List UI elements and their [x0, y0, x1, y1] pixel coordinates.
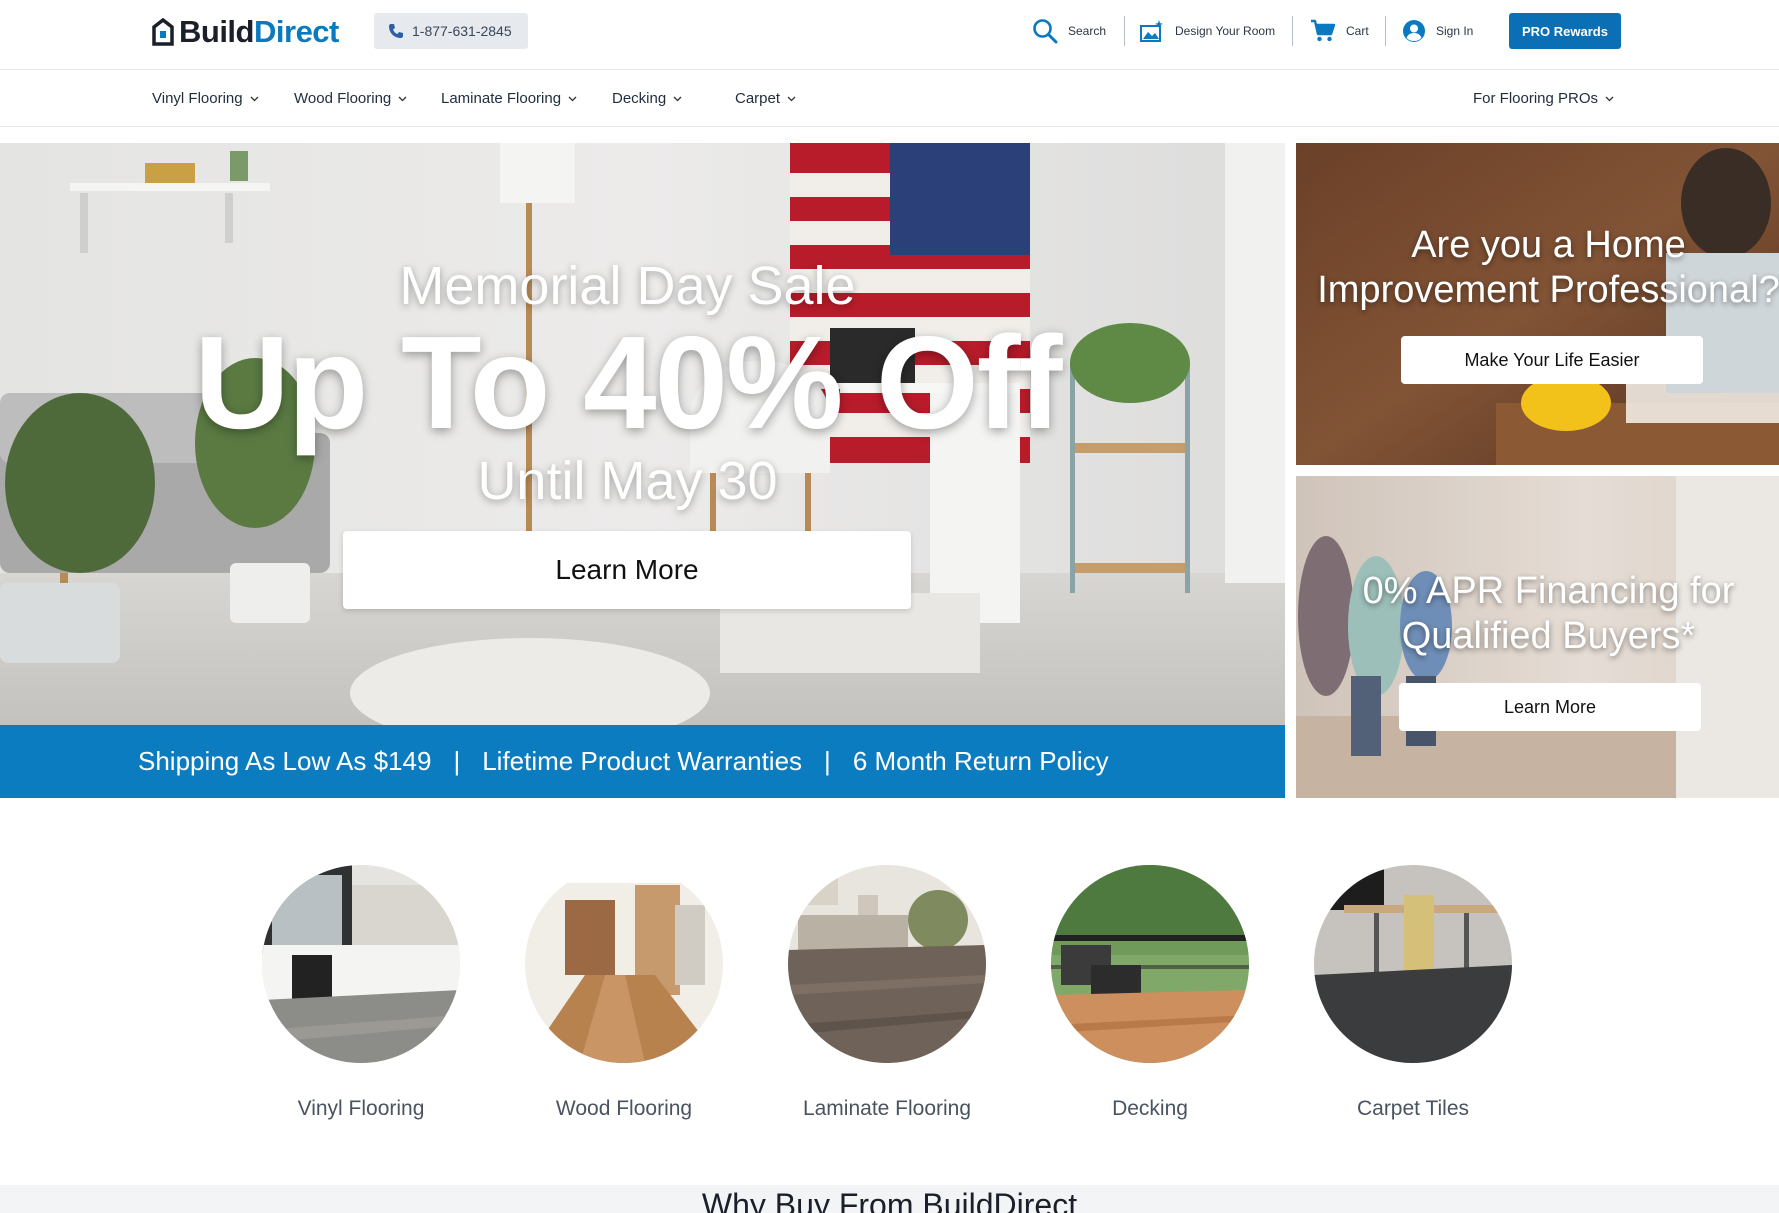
nav-item-label: Laminate Flooring	[441, 90, 562, 107]
top-header: BuildDirect 1-877-631-2845 Search Design…	[0, 0, 1779, 70]
category-label[interactable]: Carpet Tiles	[1274, 1097, 1552, 1121]
phone-button[interactable]: 1-877-631-2845	[374, 13, 528, 49]
financing-learn-more-button[interactable]: Learn More	[1399, 683, 1701, 731]
wood-flooring-image[interactable]	[525, 865, 723, 1063]
category-laminate-flooring[interactable]: Laminate Flooring	[788, 865, 986, 1120]
return-policy-text: 6 Month Return Policy	[852, 746, 1109, 776]
laminate-flooring-image[interactable]	[788, 865, 986, 1063]
financing-promo-title-line2: Qualified Buyers*	[1401, 615, 1696, 657]
nav-item-laminate-flooring[interactable]: Laminate Flooring	[441, 70, 577, 127]
decking-image[interactable]	[1051, 865, 1249, 1063]
cart-button[interactable]: Cart	[1310, 14, 1369, 48]
header-divider	[1385, 16, 1386, 46]
warranty-text: Lifetime Product Warranties	[482, 746, 803, 776]
pro-promo-card[interactable]: Are you a Home Improvement Professional?…	[1296, 143, 1779, 465]
nav-item-carpet[interactable]: Carpet	[735, 70, 796, 127]
lounge-image	[788, 865, 986, 1063]
category-vinyl-flooring[interactable]: Vinyl Flooring	[262, 865, 460, 1120]
header-divider	[1124, 16, 1125, 46]
pro-promo-title-line2: Improvement Professional?	[1317, 269, 1779, 311]
vinyl-flooring-image[interactable]	[262, 865, 460, 1063]
hero-until-date: Until May 30	[477, 451, 778, 511]
chevron-down-icon	[568, 96, 577, 101]
why-buy-section: Why Buy From BuildDirect	[0, 1185, 1779, 1213]
office-image	[1314, 865, 1512, 1063]
nav-item-label: Decking	[612, 90, 667, 107]
phone-number: 1-877-631-2845	[412, 23, 512, 39]
financing-promo-title-line1: 0% APR Financing for	[1362, 570, 1735, 612]
cart-icon	[1311, 19, 1336, 42]
chevron-down-icon	[250, 96, 259, 101]
nav-item-decking[interactable]: Decking	[612, 70, 682, 127]
kitchen-image	[262, 865, 460, 1063]
nav-item-label: Carpet	[735, 90, 781, 107]
hero-banner[interactable]: Memorial Day Sale Up To 40% Off Until Ma…	[0, 143, 1285, 725]
search-button[interactable]: Search	[1032, 14, 1106, 48]
nav-item-label: For Flooring PROs	[1473, 90, 1599, 107]
why-buy-title: Why Buy From BuildDirect	[701, 1187, 1078, 1213]
hero-headline: Up To 40% Off	[194, 309, 1062, 456]
make-your-life-easier-button[interactable]: Make Your Life Easier	[1401, 336, 1703, 384]
chevron-down-icon	[1605, 96, 1614, 101]
cart-label: Cart	[1346, 24, 1369, 38]
main-navigation: Vinyl Flooring Wood Flooring Laminate Fl…	[0, 70, 1779, 127]
banner-separator: |	[824, 746, 831, 776]
category-wood-flooring[interactable]: Wood Flooring	[525, 865, 723, 1120]
nav-item-label: Wood Flooring	[294, 90, 392, 107]
builddirect-logo[interactable]: BuildDirect	[152, 16, 339, 48]
pro-rewards-button[interactable]: PRO Rewards	[1509, 13, 1621, 49]
nav-item-wood-flooring[interactable]: Wood Flooring	[294, 70, 407, 127]
design-your-room-label: Design Your Room	[1175, 24, 1276, 38]
header-divider	[1292, 16, 1293, 46]
pro-promo-title: Are you a Home Improvement Professional?	[1296, 223, 1779, 313]
category-label[interactable]: Laminate Flooring	[748, 1097, 1026, 1121]
category-carpet-tiles[interactable]: Carpet Tiles	[1314, 865, 1512, 1120]
shipping-text: Shipping As Low As $149	[138, 746, 432, 776]
banner-separator: |	[453, 746, 461, 776]
hero-learn-more-button[interactable]: Learn More	[343, 531, 911, 609]
logo-text-direct: Direct	[254, 14, 339, 49]
chevron-down-icon	[673, 96, 682, 101]
chevron-down-icon	[787, 96, 796, 101]
hero-subtitle: Memorial Day Sale	[399, 256, 856, 316]
carpet-tiles-image[interactable]	[1314, 865, 1512, 1063]
logo-text-build: Build	[179, 14, 255, 49]
phone-icon	[389, 24, 403, 38]
search-icon	[1033, 19, 1058, 44]
category-label[interactable]: Decking	[1011, 1097, 1289, 1121]
hallway-image	[525, 865, 723, 1063]
financing-promo-title: 0% APR Financing for Qualified Buyers*	[1296, 569, 1779, 659]
deck-image	[1051, 865, 1249, 1063]
design-room-icon	[1140, 20, 1163, 42]
category-decking[interactable]: Decking	[1051, 865, 1249, 1120]
category-label[interactable]: Wood Flooring	[485, 1097, 763, 1121]
sign-in-button[interactable]: Sign In	[1402, 14, 1473, 48]
design-your-room-button[interactable]: Design Your Room	[1139, 14, 1275, 48]
category-label[interactable]: Vinyl Flooring	[222, 1097, 500, 1121]
financing-promo-card[interactable]: 0% APR Financing for Qualified Buyers* L…	[1296, 476, 1779, 798]
benefits-banner: Shipping As Low As $149 | Lifetime Produ…	[0, 725, 1285, 798]
user-account-icon	[1403, 20, 1425, 42]
sign-in-label: Sign In	[1436, 24, 1474, 38]
pro-promo-title-line1: Are you a Home	[1411, 224, 1686, 266]
nav-item-vinyl-flooring[interactable]: Vinyl Flooring	[152, 70, 259, 127]
house-logo-icon	[152, 18, 174, 46]
nav-item-label: Vinyl Flooring	[152, 90, 243, 107]
nav-item-for-flooring-pros[interactable]: For Flooring PROs	[1473, 70, 1614, 127]
chevron-down-icon	[398, 96, 407, 101]
search-label: Search	[1068, 24, 1107, 38]
